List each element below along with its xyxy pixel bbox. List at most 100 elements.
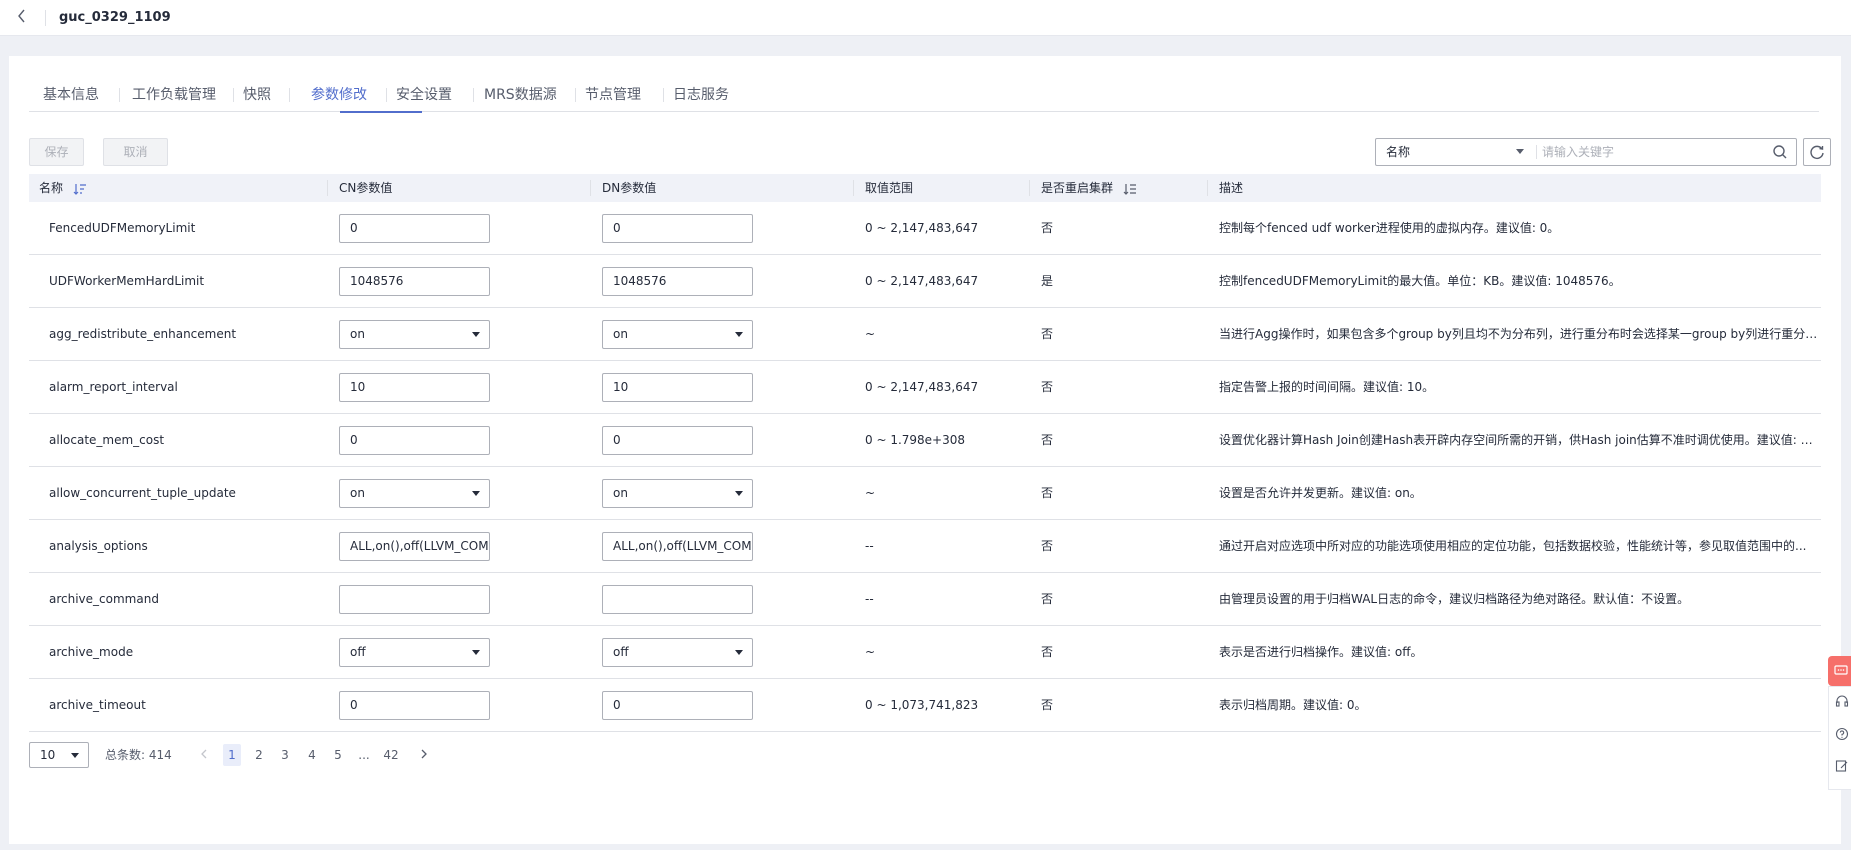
tab-divider (119, 88, 120, 102)
column-header-name[interactable]: 名称 (39, 174, 87, 202)
restart-required: 否 (1041, 698, 1054, 712)
restart-required: 否 (1041, 221, 1054, 235)
refresh-button[interactable] (1803, 138, 1831, 166)
save-button[interactable]: 保存 (29, 138, 84, 166)
cn-value-input[interactable]: ALL,on(),off(LLVM_COM (339, 532, 490, 561)
param-name: allow_concurrent_tuple_update (49, 486, 236, 500)
cn-value-input[interactable]: 1048576 (339, 267, 490, 296)
param-name: analysis_options (49, 539, 148, 553)
tab-workload[interactable]: 工作负载管理 (132, 84, 216, 104)
restart-required: 是 (1041, 274, 1054, 288)
column-header-dn-value: DN参数值 (602, 181, 657, 195)
param-name: FencedUDFMemoryLimit (49, 221, 196, 235)
tab-divider (233, 88, 234, 102)
table-row: analysis_options ALL,on(),off(LLVM_COM A… (29, 520, 1821, 573)
tab-snapshot[interactable]: 快照 (243, 84, 271, 104)
column-divider (1029, 180, 1030, 196)
restart-required: 否 (1041, 645, 1054, 659)
dn-value-input[interactable]: 0 (602, 691, 753, 720)
tab-divider (575, 88, 576, 102)
page-number[interactable]: 5 (329, 744, 347, 766)
restart-required: 否 (1041, 433, 1054, 447)
param-description: 表示归档周期。建议值: 0。 (1219, 698, 1367, 712)
cn-value-input[interactable]: 10 (339, 373, 490, 402)
dn-value-input[interactable]: 0 (602, 426, 753, 455)
search-icon[interactable] (1772, 144, 1788, 160)
page-ellipsis[interactable]: ... (355, 744, 373, 766)
param-name: archive_mode (49, 645, 134, 659)
search-input[interactable] (1542, 141, 1752, 163)
customer-service-icon[interactable] (1835, 695, 1849, 709)
tab-log-service[interactable]: 日志服务 (673, 84, 729, 104)
dn-value-input[interactable] (602, 585, 753, 614)
page-size-select[interactable]: 10 (29, 742, 89, 768)
divider (1536, 145, 1537, 159)
pagination: 10 总条数: 414 1 2 3 4 5 ... 42 (29, 742, 629, 770)
page-number[interactable]: 4 (303, 744, 321, 766)
dn-value-input[interactable]: 1048576 (602, 267, 753, 296)
cn-value-input[interactable]: 0 (339, 426, 490, 455)
main-panel: 基本信息 工作负载管理 快照 参数修改 安全设置 MRS数据源 节点管理 日志服… (9, 56, 1841, 844)
back-icon[interactable] (16, 8, 36, 28)
search-field-select[interactable]: 名称 (1376, 139, 1534, 165)
param-name: allocate_mem_cost (49, 433, 165, 447)
param-name: alarm_report_interval (49, 380, 178, 394)
floating-help-bar (1828, 656, 1851, 790)
page-size-value: 10 (40, 748, 56, 762)
param-description: 表示是否进行归档操作。建议值: off。 (1219, 645, 1423, 659)
chat-icon (1834, 665, 1848, 675)
help-icon[interactable] (1835, 727, 1849, 741)
column-header-restart[interactable]: 是否重启集群 (1041, 174, 1137, 202)
restart-required: 否 (1041, 380, 1054, 394)
dn-value-select[interactable]: on (602, 320, 753, 349)
feedback-icon[interactable] (1835, 759, 1849, 773)
tab-parameters[interactable]: 参数修改 (311, 84, 367, 104)
select-value: on (350, 327, 365, 341)
tab-divider (663, 88, 664, 102)
param-description: 当进行Agg操作时，如果包含多个group by列且均不为分布列，进行重分布时会… (1219, 327, 1819, 341)
next-page-icon[interactable] (415, 744, 433, 766)
table-row: allow_concurrent_tuple_update on on ~ 否 … (29, 467, 1821, 520)
caret-down-icon (1516, 149, 1524, 154)
value-range: ~ (865, 645, 876, 659)
page-number[interactable]: 3 (276, 744, 294, 766)
cn-value-select[interactable]: off (339, 638, 490, 667)
dn-value-input[interactable]: ALL,on(),off(LLVM_COM (602, 532, 753, 561)
table-row: archive_timeout 0 0 0 ~ 1,073,741,823 否 … (29, 679, 1821, 732)
cn-value-input[interactable]: 0 (339, 214, 490, 243)
column-divider (590, 180, 591, 196)
tab-basic-info[interactable]: 基本信息 (43, 84, 99, 104)
prev-page-icon[interactable] (195, 744, 213, 766)
dn-value-select[interactable]: off (602, 638, 753, 667)
cn-value-select[interactable]: on (339, 479, 490, 508)
page-number[interactable]: 42 (382, 744, 400, 766)
select-value: on (613, 486, 628, 500)
page-number[interactable]: 2 (250, 744, 268, 766)
param-name: agg_redistribute_enhancement (49, 327, 237, 341)
dn-value-input[interactable]: 10 (602, 373, 753, 402)
tab-security[interactable]: 安全设置 (396, 84, 452, 104)
page-number[interactable]: 1 (223, 744, 241, 766)
caret-down-icon (735, 491, 743, 496)
select-value: on (613, 327, 628, 341)
search-box: 名称 (1375, 138, 1797, 166)
tab-mrs-source[interactable]: MRS数据源 (484, 84, 557, 104)
restart-required: 否 (1041, 486, 1054, 500)
restart-required: 否 (1041, 592, 1054, 606)
column-header-label: 是否重启集群 (1041, 181, 1114, 195)
sort-icon[interactable] (1123, 183, 1137, 195)
value-range: ~ (865, 327, 876, 341)
tab-node-management[interactable]: 节点管理 (585, 84, 641, 104)
cn-value-input[interactable]: 0 (339, 691, 490, 720)
table-header: 名称 CN参数值 DN参数值 取值范围 是否重启集群 描述 (29, 174, 1821, 202)
cn-value-input[interactable] (339, 585, 490, 614)
divider (45, 10, 46, 26)
dn-value-select[interactable]: on (602, 479, 753, 508)
cn-value-select[interactable]: on (339, 320, 490, 349)
select-value: off (613, 645, 629, 659)
refresh-icon (1810, 145, 1824, 159)
cancel-button[interactable]: 取消 (103, 138, 168, 166)
sort-icon[interactable] (73, 183, 87, 195)
dn-value-input[interactable]: 0 (602, 214, 753, 243)
chat-button[interactable] (1828, 656, 1851, 686)
